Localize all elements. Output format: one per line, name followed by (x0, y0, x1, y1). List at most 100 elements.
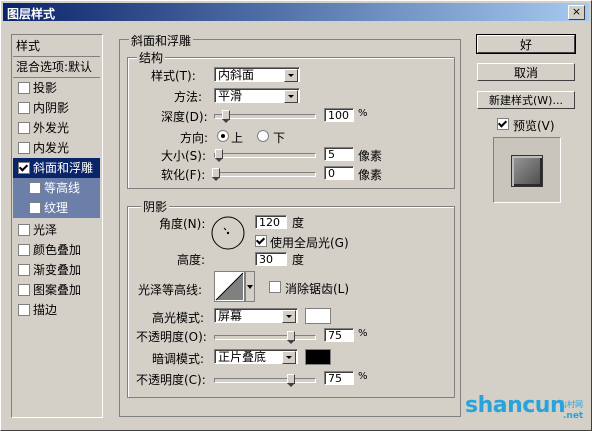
direction-down-label: 下 (273, 131, 286, 145)
size-slider[interactable] (214, 149, 316, 162)
checkbox[interactable] (29, 181, 41, 194)
shadow-color-swatch[interactable] (305, 349, 331, 365)
sidebar-item-color-overlay[interactable]: 颜色叠加 (13, 240, 100, 260)
angle-input[interactable]: 120 (255, 215, 287, 229)
sidebar-item-stroke[interactable]: 描边 (13, 300, 100, 320)
title-bar[interactable]: 图层样式 × (3, 3, 589, 21)
anti-alias-label: 消除锯齿(L) (285, 282, 350, 296)
cancel-button[interactable]: 取消 (477, 63, 575, 81)
method-value: 平滑 (218, 89, 243, 103)
close-button[interactable]: × (568, 5, 585, 20)
sidebar-item-pattern-overlay[interactable]: 图案叠加 (13, 280, 100, 300)
highlight-opacity-input[interactable]: 75 (324, 328, 354, 342)
method-select[interactable]: 平滑 (214, 88, 300, 103)
global-light-checkbox[interactable] (255, 235, 267, 247)
gloss-contour-picker[interactable] (214, 271, 256, 303)
soften-input[interactable]: 0 (324, 166, 354, 180)
angle-label: 角度(N): (159, 217, 206, 231)
style-select[interactable]: 内斜面 (214, 67, 300, 82)
shadow-mode-select[interactable]: 正片叠底 (214, 349, 298, 364)
depth-label: 深度(D): (161, 110, 208, 124)
ok-button[interactable]: 好 (476, 34, 576, 54)
depth-slider[interactable] (214, 110, 316, 123)
sidebar-item-label: 斜面和浮雕 (33, 161, 94, 175)
size-input[interactable]: 5 (324, 147, 354, 161)
sidebar-item-label: 样式 (16, 39, 41, 53)
chevron-down-icon (282, 310, 296, 323)
direction-down-radio[interactable] (257, 130, 269, 142)
chevron-down-icon (284, 69, 298, 82)
sidebar-item-inner-glow[interactable]: 内发光 (13, 138, 100, 158)
shadow-opacity-thumb[interactable] (287, 374, 295, 387)
highlight-color-swatch[interactable] (305, 308, 331, 324)
chevron-down-icon (282, 351, 296, 364)
watermark-text: shancun (465, 393, 566, 418)
checkbox[interactable] (18, 303, 30, 316)
sidebar-item-label: 混合选项:默认 (16, 60, 93, 74)
shadow-opacity-input[interactable]: 75 (324, 371, 354, 385)
layer-style-dialog: 图层样式 × 样式 混合选项:默认 投影 内阴影 外发光 内发光 斜面和浮雕 等… (0, 0, 592, 431)
shadow-opacity-label: 不透明度(C): (136, 373, 206, 387)
global-light-label: 使用全局光(G) (270, 236, 349, 250)
shadow-opacity-slider[interactable] (214, 374, 316, 387)
size-slider-thumb[interactable] (215, 149, 223, 162)
preview-checkbox[interactable] (497, 118, 509, 130)
depth-slider-thumb[interactable] (222, 110, 230, 123)
shadow-mode-value: 正片叠底 (218, 350, 267, 364)
sidebar-item-bevel-emboss[interactable]: 斜面和浮雕 (13, 158, 100, 178)
direction-up-radio[interactable] (217, 130, 229, 142)
size-unit: 像素 (358, 149, 383, 163)
checkbox[interactable] (29, 201, 41, 214)
depth-unit: % (358, 108, 368, 119)
sidebar-item-gradient-overlay[interactable]: 渐变叠加 (13, 260, 100, 280)
highlight-opacity-slider[interactable] (214, 331, 316, 344)
checkbox[interactable] (18, 101, 30, 114)
angle-dial[interactable] (210, 215, 246, 251)
sidebar-item-texture[interactable]: 纹理 (13, 198, 100, 218)
direction-label: 方向: (180, 131, 209, 145)
sidebar-item-satin[interactable]: 光泽 (13, 220, 100, 240)
altitude-input[interactable]: 30 (255, 252, 287, 266)
shadow-mode-label: 暗调模式: (152, 352, 205, 366)
sidebar-item-label: 纹理 (44, 201, 69, 215)
sidebar-item-drop-shadow[interactable]: 投影 (13, 78, 100, 98)
style-label: 样式(T): (151, 69, 196, 83)
checkbox[interactable] (18, 121, 30, 134)
panel-title: 斜面和浮雕 (129, 32, 194, 49)
style-list: 样式 混合选项:默认 投影 内阴影 外发光 内发光 斜面和浮雕 等高线 纹理 光… (11, 34, 103, 418)
sidebar-item-label: 等高线 (44, 181, 81, 195)
soften-unit: 像素 (358, 168, 383, 182)
soften-slider[interactable] (212, 168, 316, 181)
highlight-mode-select[interactable]: 屏幕 (214, 308, 298, 323)
sidebar-item-styles[interactable]: 样式 (13, 36, 100, 56)
sidebar-item-outer-glow[interactable]: 外发光 (13, 118, 100, 138)
shading-title: 阴影 (141, 198, 170, 215)
sidebar-item-label: 图案叠加 (33, 283, 82, 297)
checkbox[interactable] (18, 223, 30, 236)
checkbox[interactable] (18, 263, 30, 276)
soften-slider-thumb[interactable] (212, 168, 220, 181)
sidebar-item-label: 内阴影 (33, 101, 70, 115)
sidebar-item-inner-shadow[interactable]: 内阴影 (13, 98, 100, 118)
angle-unit: 度 (292, 216, 305, 230)
watermark-logo: shancun (465, 393, 566, 418)
checkbox[interactable] (18, 243, 30, 256)
depth-input[interactable]: 100 (324, 108, 354, 122)
preview-label: 预览(V) (513, 119, 555, 133)
checkbox[interactable] (18, 141, 30, 154)
sidebar-item-label: 外发光 (33, 121, 70, 135)
method-label: 方法: (174, 90, 203, 104)
window-title: 图层样式 (7, 7, 56, 21)
sidebar-item-blending[interactable]: 混合选项:默认 (13, 57, 100, 77)
checkbox[interactable] (18, 283, 30, 296)
checkbox[interactable] (18, 81, 30, 94)
checkbox[interactable] (18, 161, 30, 174)
sidebar-item-label: 光泽 (33, 223, 58, 237)
watermark-sub: 山村网 (559, 400, 583, 409)
new-style-button[interactable]: 新建样式(W)... (477, 91, 575, 109)
preview-box (493, 137, 561, 203)
anti-alias-checkbox[interactable] (269, 281, 281, 293)
highlight-opacity-unit: % (358, 328, 368, 339)
sidebar-item-contour[interactable]: 等高线 (13, 178, 100, 198)
highlight-opacity-thumb[interactable] (287, 331, 295, 344)
